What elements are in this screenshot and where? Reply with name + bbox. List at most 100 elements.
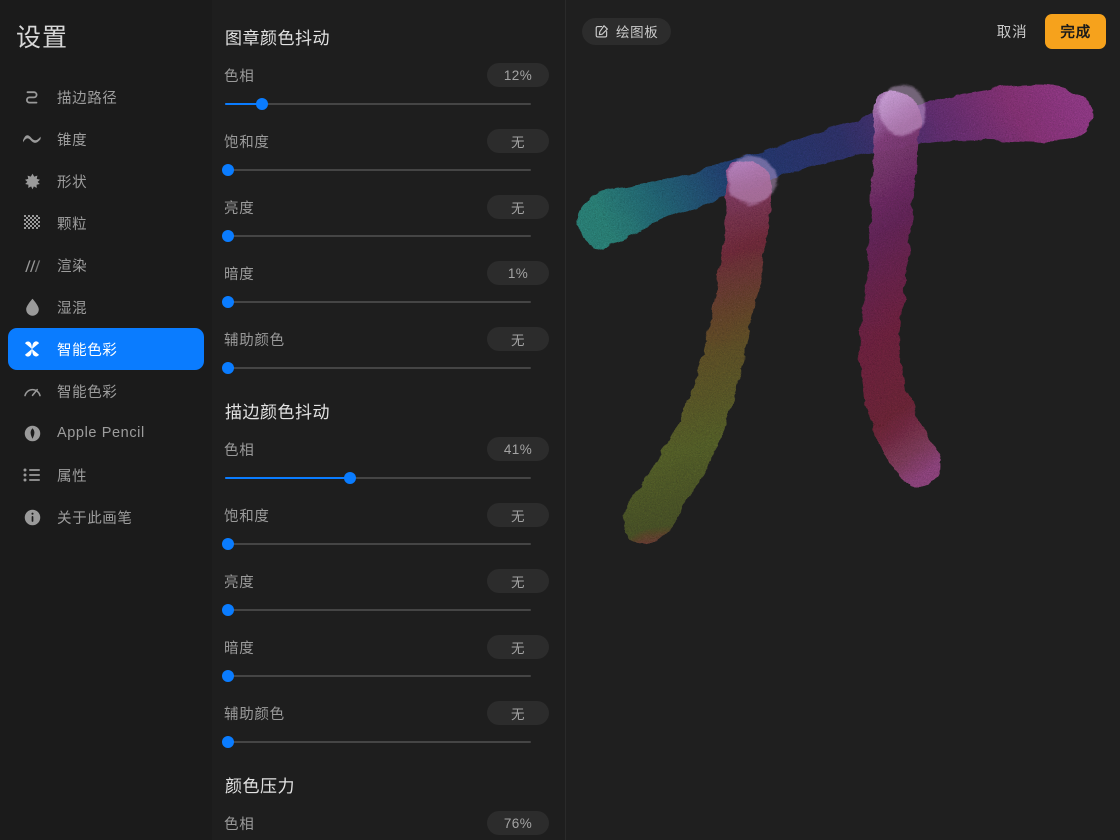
setting-row: 色相 76% — [224, 811, 549, 840]
sidebar-item-label: 智能色彩 — [57, 384, 118, 401]
setting-row: 暗度 无 — [222, 635, 549, 682]
slider-thumb[interactable] — [222, 296, 235, 308]
sidebar-item-label: 属性 — [57, 468, 88, 485]
sidebar-item-grain[interactable]: 颗粒 — [8, 202, 204, 244]
slider-track — [225, 301, 531, 303]
sidebar-item-about-brush[interactable]: 关于此画笔 — [8, 496, 204, 538]
sidebar-item-taper[interactable]: 锥度 — [8, 118, 204, 160]
sidebar-item-color-dynamics[interactable]: 智能色彩 — [8, 328, 204, 370]
settings-panel: 图章颜色抖动 色相 12% 饱和度无亮度无暗度 1% 辅助颜色无描边颜色抖动 色相 41% 饱和… — [212, 0, 565, 840]
sidebar-item-label: Apple Pencil — [57, 425, 145, 441]
slider-thumb[interactable] — [222, 670, 234, 682]
rendering-icon — [19, 254, 45, 276]
sidebar-item-apple-pencil[interactable]: Apple Pencil — [8, 412, 204, 454]
sidebar-item-properties[interactable]: 属性 — [8, 454, 204, 496]
slider-track — [225, 609, 531, 611]
shape-icon — [19, 170, 45, 192]
setting-label: 暗度 — [224, 640, 255, 657]
setting-row: 辅助颜色 无 — [222, 327, 549, 374]
settings-group: 描边颜色抖动 色相 41% 饱和度无亮度无暗度无辅助颜色无 — [222, 398, 549, 748]
setting-row-head: 饱和度 无 — [224, 503, 549, 527]
setting-label: 亮度 — [224, 200, 255, 217]
sidebar-item-rendering[interactable]: 渲染 — [8, 244, 204, 286]
setting-row-head: 辅助颜色 无 — [224, 327, 549, 351]
slider-thumb[interactable] — [222, 164, 234, 176]
wet-mix-icon — [19, 296, 45, 318]
sidebar-item-label: 湿混 — [57, 300, 88, 317]
setting-value-pill[interactable]: 无 — [487, 327, 549, 351]
setting-label: 色相 — [224, 442, 255, 459]
setting-slider[interactable] — [222, 362, 531, 374]
properties-icon — [19, 464, 45, 486]
sidebar-item-label: 智能色彩 — [57, 342, 118, 359]
setting-value-pill[interactable]: 41% — [487, 437, 549, 461]
setting-row-head: 亮度 无 — [224, 195, 549, 219]
setting-label: 辅助颜色 — [224, 706, 285, 723]
cancel-button[interactable]: 取消 — [987, 15, 1038, 48]
drawpad-label: 绘图板 — [616, 25, 659, 40]
brush-preview-canvas[interactable] — [566, 62, 1120, 840]
slider-thumb[interactable] — [222, 230, 234, 242]
slider-thumb[interactable] — [344, 472, 357, 484]
setting-slider[interactable] — [222, 230, 531, 242]
brush-stroke-preview — [578, 84, 1094, 545]
done-button[interactable]: 完成 — [1045, 13, 1106, 49]
sidebar-item-wet-mix[interactable]: 湿混 — [8, 286, 204, 328]
setting-value-pill[interactable]: 无 — [487, 503, 549, 527]
sidebar-item-label: 描边路径 — [57, 90, 118, 107]
setting-value-pill[interactable]: 无 — [487, 129, 549, 153]
setting-value-pill[interactable]: 无 — [487, 195, 549, 219]
sidebar-item-label: 关于此画笔 — [57, 510, 133, 527]
slider-thumb[interactable] — [255, 98, 268, 110]
setting-label: 色相 — [224, 816, 255, 833]
setting-value-pill[interactable]: 1% — [487, 261, 549, 285]
slider-track — [225, 169, 531, 171]
setting-row: 饱和度 无 — [222, 503, 549, 550]
slider-track — [225, 675, 531, 677]
slider-thumb[interactable] — [222, 538, 234, 550]
sidebar-item-stroke-path[interactable]: 描边路径 — [8, 76, 204, 118]
drawpad-button[interactable]: 绘图板 — [582, 17, 672, 45]
setting-slider[interactable] — [225, 472, 531, 484]
setting-row-head: 色相 12% — [224, 63, 549, 87]
group-title: 图章颜色抖动 — [225, 29, 330, 48]
setting-slider[interactable] — [222, 538, 531, 550]
slider-track — [225, 543, 531, 545]
sidebar-item-dynamics[interactable]: 智能色彩 — [8, 370, 204, 412]
setting-label: 饱和度 — [224, 508, 270, 525]
slider-thumb[interactable] — [222, 604, 234, 616]
setting-row: 饱和度 无 — [222, 129, 549, 176]
setting-label: 饱和度 — [224, 134, 270, 151]
setting-slider[interactable] — [222, 604, 531, 616]
setting-slider[interactable] — [222, 164, 531, 176]
setting-slider[interactable] — [222, 296, 531, 308]
setting-value-pill[interactable]: 无 — [487, 635, 549, 659]
setting-value-pill[interactable]: 无 — [487, 569, 549, 593]
setting-value-pill[interactable]: 76% — [487, 811, 549, 835]
setting-row-head: 色相 76% — [224, 811, 549, 835]
slider-track — [225, 235, 531, 237]
setting-slider[interactable] — [222, 736, 531, 748]
sidebar-item-label: 渲染 — [57, 258, 88, 275]
canvas-pane: 绘图板 取消 完成 — [565, 0, 1120, 840]
setting-label: 亮度 — [224, 574, 255, 591]
about-icon — [19, 506, 45, 528]
setting-value-pill[interactable]: 无 — [487, 701, 549, 725]
setting-slider[interactable] — [225, 98, 531, 110]
compose-icon — [595, 24, 609, 38]
sidebar-item-label: 颗粒 — [57, 216, 88, 233]
setting-row-head: 暗度 1% — [224, 261, 549, 285]
apple-pencil-icon — [19, 422, 45, 444]
slider-thumb[interactable] — [222, 736, 234, 748]
sidebar-item-shape[interactable]: 形状 — [8, 160, 204, 202]
setting-label: 辅助颜色 — [224, 332, 285, 349]
slider-thumb[interactable] — [222, 362, 234, 374]
setting-value-pill[interactable]: 12% — [487, 63, 549, 87]
setting-row-head: 暗度 无 — [224, 635, 549, 659]
setting-slider[interactable] — [222, 670, 531, 682]
setting-label: 暗度 — [224, 266, 255, 283]
settings-group: 图章颜色抖动 色相 12% 饱和度无亮度无暗度 1% 辅助颜色无 — [222, 24, 549, 374]
grain-icon — [19, 212, 45, 234]
setting-row: 辅助颜色 无 — [222, 701, 549, 748]
color-dynamics-icon — [19, 338, 45, 360]
